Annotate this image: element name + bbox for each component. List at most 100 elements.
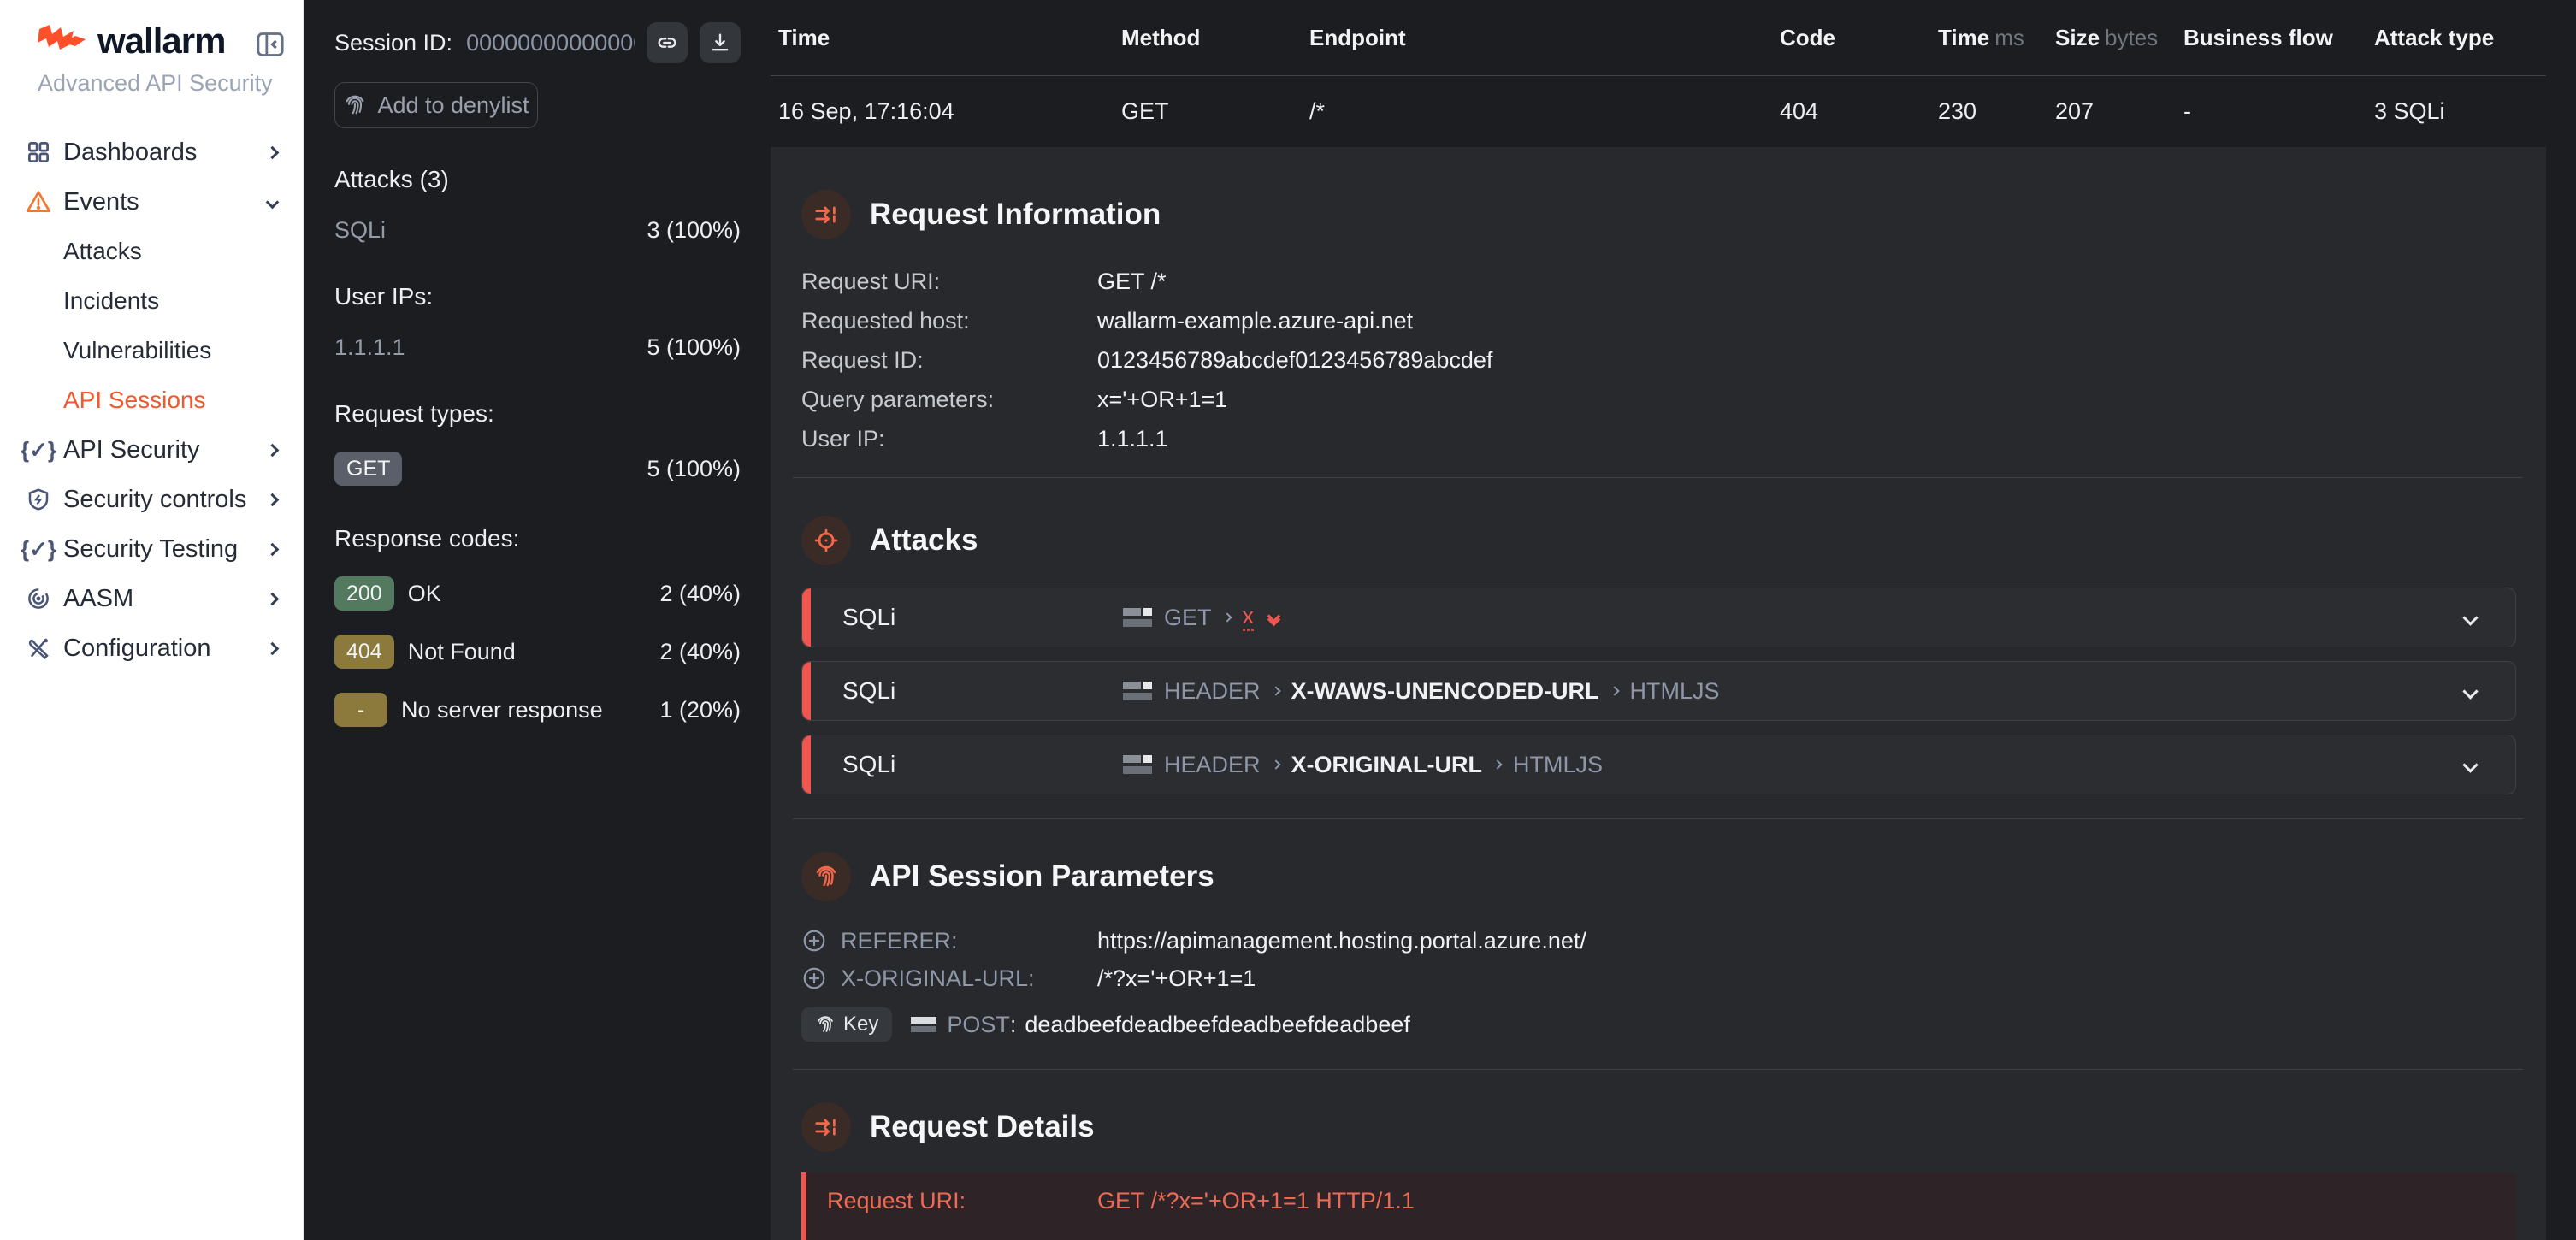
expand-chevron-icon[interactable] — [2462, 610, 2478, 625]
attack-row[interactable]: SQLi HEADER X-ORIGINAL-URL HTMLJS — [801, 735, 2516, 794]
response-code-stat: 404 Not Found 2 (40%) — [334, 635, 741, 669]
sidebar-item-api-security[interactable]: {✓} API Security — [0, 425, 303, 475]
tools-icon — [24, 634, 53, 663]
parameter-name: X-ORIGINAL-URL: — [841, 965, 1097, 992]
column-endpoint: Endpoint — [1309, 25, 1780, 51]
attack-type-label: SQLi — [842, 604, 1123, 631]
section-divider — [793, 818, 2523, 819]
request-uri-value: GET /*?x='+OR+1=1 HTTP/1.1 — [1097, 1188, 1415, 1214]
circle-plus-icon[interactable] — [801, 965, 827, 991]
info-field: Request ID:0123456789abcdef0123456789abc… — [801, 340, 2546, 380]
chevron-down-icon — [266, 195, 280, 209]
request-information-section-header: Request Information — [801, 190, 2546, 239]
add-to-denylist-label: Add to denylist — [377, 92, 529, 119]
section-title: Request Information — [870, 198, 1161, 232]
cell-time-ms: 230 — [1938, 98, 2055, 125]
download-button[interactable] — [700, 22, 741, 63]
info-field: Requested host:wallarm-example.azure-api… — [801, 301, 2546, 340]
status-badge: 404 — [334, 635, 394, 669]
parameter-icon — [1123, 753, 1152, 776]
sidebar-item-vulnerabilities[interactable]: Vulnerabilities — [0, 326, 303, 375]
section-title: Request Details — [870, 1110, 1095, 1144]
sidebar-item-security-testing[interactable]: {✓} Security Testing — [0, 524, 303, 574]
session-parameters-section-header: API Session Parameters — [801, 852, 2546, 901]
session-parameter-row: REFERER: https://apimanagement.hosting.p… — [801, 922, 2546, 960]
attack-accent-bar — [802, 588, 811, 647]
column-attack-type: Attack type — [2374, 25, 2546, 51]
status-badge: 200 — [334, 576, 394, 611]
chevron-separator-icon — [1222, 612, 1232, 622]
user-ip-count: 5 (100%) — [647, 334, 741, 361]
braces-check-icon: {✓} — [24, 534, 53, 564]
expand-chevron-icon[interactable] — [2462, 683, 2478, 699]
wallarm-logo-icon — [38, 24, 86, 58]
column-business-flow: Business flow — [2183, 25, 2374, 51]
response-codes-label: Response codes: — [334, 525, 741, 552]
requests-list: Time Method Endpoint Code Timems Sizebyt… — [771, 0, 2576, 1240]
copy-link-button[interactable] — [647, 22, 688, 63]
request-uri-label: Request URI: — [827, 1188, 1097, 1214]
parameter-icon — [1123, 680, 1152, 702]
request-types-label: Request types: — [334, 400, 741, 428]
double-chevron-down-icon — [1269, 611, 1279, 624]
brand: wallarm Advanced API Security — [0, 0, 303, 97]
sidebar-item-dashboards[interactable]: Dashboards — [0, 127, 303, 177]
cell-size: 207 — [2055, 98, 2183, 125]
user-ip-stat: 1.1.1.1 5 (100%) — [334, 334, 741, 361]
expand-chevron-icon[interactable] — [2462, 757, 2478, 772]
response-code-stat: 200 OK 2 (40%) — [334, 576, 741, 611]
sidebar-item-security-controls[interactable]: Security controls — [0, 475, 303, 524]
attack-accent-bar — [802, 662, 811, 720]
info-field: Request URI:GET /* — [801, 262, 2546, 301]
attack-row[interactable]: SQLi HEADER X-WAWS-UNENCODED-URL HTMLJS — [801, 661, 2516, 721]
key-value: deadbeefdeadbeefdeadbeefdeadbeef — [1025, 1012, 1409, 1038]
user-ip-value: 1.1.1.1 — [334, 334, 405, 361]
attack-row[interactable]: SQLi GET x — [801, 588, 2516, 647]
parameter-value: /*?x='+OR+1=1 — [1097, 965, 1256, 992]
request-row[interactable]: 16 Sep, 17:16:04 GET /* 404 230 207 - 3 … — [771, 76, 2576, 147]
attack-point: HEADER X-WAWS-UNENCODED-URL HTMLJS — [1123, 678, 1720, 705]
brand-subtitle: Advanced API Security — [38, 70, 286, 97]
sidebar-item-incidents[interactable]: Incidents — [0, 276, 303, 326]
session-parameter-row: X-ORIGINAL-URL: /*?x='+OR+1=1 — [801, 960, 2546, 997]
sidebar-item-aasm[interactable]: AASM — [0, 574, 303, 623]
request-details-section-header: Request Details — [801, 1102, 2546, 1152]
column-time-ms: Timems — [1938, 25, 2055, 51]
sidebar-item-events[interactable]: Events — [0, 177, 303, 227]
circle-plus-icon[interactable] — [801, 928, 827, 954]
braces-check-icon: {✓} — [24, 435, 53, 464]
attack-type-stat: SQLi 3 (100%) — [334, 217, 741, 244]
section-divider — [793, 477, 2523, 478]
section-divider — [793, 1069, 2523, 1070]
chevron-right-icon — [266, 443, 280, 457]
cell-endpoint: /* — [1309, 98, 1780, 125]
attack-param[interactable]: x — [1243, 604, 1255, 632]
cell-method: GET — [1121, 98, 1309, 125]
sidebar-item-label: API Security — [63, 436, 200, 464]
status-count: 1 (20%) — [659, 697, 741, 723]
sidebar-item-attacks[interactable]: Attacks — [0, 227, 303, 276]
sidebar: wallarm Advanced API Security Dashboards… — [0, 0, 304, 1240]
sidebar-item-configuration[interactable]: Configuration — [0, 623, 303, 673]
column-time: Time — [778, 25, 1121, 51]
attacks-count-header: Attacks (3) — [334, 166, 741, 193]
status-text: No server response — [401, 697, 603, 723]
parameter-icon — [1123, 606, 1152, 629]
request-arrows-icon — [801, 190, 851, 239]
user-ips-label: User IPs: — [334, 283, 741, 310]
sidebar-collapse-icon[interactable] — [253, 27, 287, 62]
cell-business-flow: - — [2183, 98, 2374, 125]
status-count: 2 (40%) — [659, 639, 741, 665]
column-size: Sizebytes — [2055, 25, 2183, 51]
parameter-value: https://apimanagement.hosting.portal.azu… — [1097, 928, 1586, 954]
chevron-separator-icon — [1610, 686, 1619, 695]
chevron-right-icon — [266, 641, 280, 655]
add-to-denylist-button[interactable]: Add to denylist — [334, 82, 538, 128]
attack-type-count: 3 (100%) — [647, 217, 741, 244]
body-parameter-icon — [911, 1015, 936, 1034]
sidebar-item-label: Dashboards — [63, 139, 197, 167]
sidebar-item-api-sessions[interactable]: API Sessions — [0, 375, 303, 425]
attack-point: GET x — [1123, 604, 1279, 632]
sidebar-item-label: Configuration — [63, 635, 211, 663]
status-badge: - — [334, 693, 387, 727]
